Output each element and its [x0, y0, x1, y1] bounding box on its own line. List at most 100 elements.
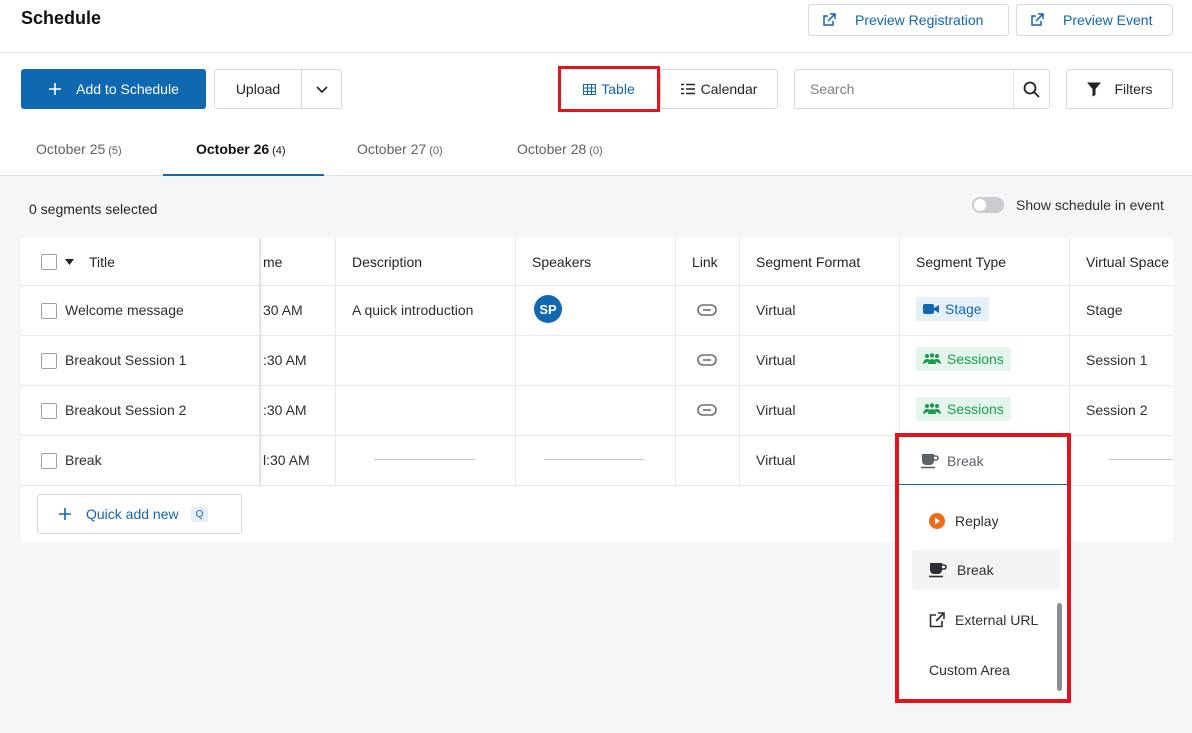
segment-type-current: Break [947, 452, 984, 469]
add-to-schedule-button[interactable]: Add to Schedule [21, 69, 206, 109]
tab-october-25[interactable]: October 25 (5) [36, 141, 122, 157]
table-view-label: Table [601, 81, 635, 97]
search-input[interactable] [795, 70, 1013, 108]
column-header-virtual-space[interactable]: Virtual Space [1086, 254, 1169, 270]
row-format: Virtual [756, 302, 796, 318]
video-camera-icon [923, 303, 939, 315]
people-group-icon [923, 403, 941, 415]
tab-october-26[interactable]: October 26 (4) [196, 141, 286, 157]
segment-type-select[interactable]: Break [899, 437, 1067, 485]
column-header-link[interactable]: Link [692, 254, 718, 270]
row-checkbox[interactable] [41, 403, 57, 419]
segment-type-tag[interactable]: Sessions [916, 347, 1011, 371]
table-icon [583, 83, 597, 95]
link-icon[interactable] [697, 303, 717, 317]
search-icon [1023, 81, 1040, 98]
row-title[interactable]: Welcome message [65, 302, 184, 318]
upload-menu-button[interactable] [301, 69, 342, 109]
column-header-description[interactable]: Description [352, 254, 422, 270]
calendar-view-button[interactable]: Calendar [660, 69, 778, 109]
option-external-url[interactable]: External URL [912, 600, 1060, 640]
option-break[interactable]: Break [912, 550, 1060, 590]
external-link-icon [929, 612, 945, 628]
link-icon[interactable] [697, 353, 717, 367]
calendar-list-icon [680, 83, 695, 95]
shortcut-key-badge: Q [190, 506, 209, 522]
row-time: 30 AM [263, 302, 303, 318]
row-format: Virtual [756, 452, 796, 468]
preview-registration-label: Preview Registration [855, 12, 984, 28]
column-header-segment-type[interactable]: Segment Type [916, 254, 1006, 270]
column-header-time[interactable]: me [263, 254, 282, 270]
people-group-icon [923, 353, 941, 365]
tab-october-27[interactable]: October 27 (0) [357, 141, 443, 157]
column-divider [739, 238, 740, 485]
active-tab-indicator [163, 174, 324, 176]
row-title[interactable]: Breakout Session 2 [65, 402, 186, 418]
tab-count: (4) [272, 145, 286, 157]
show-schedule-toggle[interactable] [972, 197, 1004, 213]
preview-event-button[interactable]: Preview Event [1016, 4, 1173, 36]
column-header-segment-format[interactable]: Segment Format [756, 254, 860, 270]
upload-button[interactable]: Upload [214, 69, 302, 109]
option-label: Break [957, 562, 994, 578]
row-virtual-space: Session 1 [1086, 352, 1148, 368]
row-checkbox[interactable] [41, 453, 57, 469]
row-virtual-space: Stage [1086, 302, 1123, 318]
preview-registration-button[interactable]: Preview Registration [808, 4, 1009, 36]
plus-icon [48, 82, 62, 96]
option-label: Custom Area [929, 662, 1010, 678]
option-replay[interactable]: Replay [912, 501, 1060, 541]
segment-type-label: Sessions [947, 351, 1004, 367]
tab-count: (0) [429, 145, 443, 157]
show-schedule-label: Show schedule in event [1016, 197, 1164, 213]
row-virtual-space: Session 2 [1086, 402, 1148, 418]
quick-add-label: Quick add new [86, 506, 179, 522]
avatar[interactable]: SP [534, 295, 562, 323]
column-header-title[interactable]: Title [89, 254, 115, 270]
row-format: Virtual [756, 352, 796, 368]
row-title[interactable]: Breakout Session 1 [65, 352, 186, 368]
segment-type-label: Sessions [947, 401, 1004, 417]
external-link-icon [821, 12, 837, 28]
option-custom-area[interactable]: Custom Area [912, 650, 1060, 690]
dropdown-scrollbar[interactable] [1057, 603, 1062, 691]
tab-label: October 27 [357, 141, 427, 157]
coffee-cup-icon [921, 453, 939, 469]
row-time: :30 AM [263, 402, 307, 418]
column-header-speakers[interactable]: Speakers [532, 254, 591, 270]
row-checkbox[interactable] [41, 303, 57, 319]
filters-button[interactable]: Filters [1066, 69, 1173, 109]
select-all-checkbox[interactable] [41, 254, 57, 270]
segment-type-label: Stage [945, 301, 982, 317]
row-divider [21, 285, 261, 286]
tab-label: October 28 [517, 141, 587, 157]
link-icon[interactable] [697, 403, 717, 417]
tab-label: October 25 [36, 141, 106, 157]
search-button[interactable] [1013, 70, 1049, 108]
tab-label: October 26 [196, 141, 270, 157]
chevron-down-icon [315, 82, 329, 96]
table-view-button[interactable]: Table [558, 66, 660, 112]
row-checkbox[interactable] [41, 353, 57, 369]
filters-label: Filters [1114, 81, 1153, 97]
row-format: Virtual [756, 402, 796, 418]
segment-type-tag[interactable]: Sessions [916, 397, 1011, 421]
toolbar: Add to Schedule Upload Table Calendar Fi… [0, 53, 1192, 176]
segment-type-tag[interactable]: Stage [916, 297, 989, 321]
tab-october-28[interactable]: October 28 (0) [517, 141, 603, 157]
segment-type-dropdown: Break Replay Break External URL Custom A… [895, 433, 1071, 703]
quick-add-button[interactable]: Quick add new Q [37, 494, 242, 534]
tab-count: (5) [108, 145, 122, 157]
option-label: External URL [955, 612, 1039, 628]
column-divider [335, 238, 336, 485]
caret-down-icon[interactable] [65, 259, 74, 265]
row-description: A quick introduction [352, 302, 474, 318]
preview-event-label: Preview Event [1063, 12, 1153, 28]
segments-selected-text: 0 segments selected [29, 201, 158, 217]
row-title[interactable]: Break [65, 452, 102, 468]
column-divider [675, 238, 676, 485]
row-divider [21, 385, 261, 386]
option-label: Replay [955, 513, 999, 529]
search-box [794, 69, 1050, 109]
